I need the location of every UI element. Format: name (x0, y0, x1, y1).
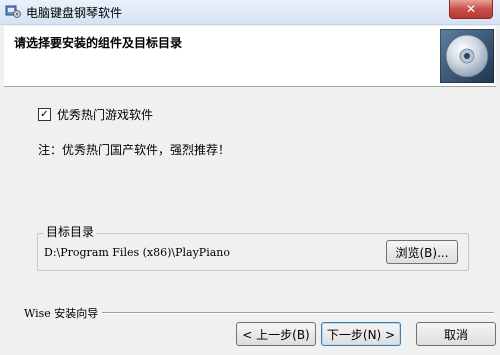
installer-app-icon (5, 5, 21, 18)
back-button[interactable]: < 上一步(B) (236, 322, 316, 346)
close-button[interactable]: ✕ (449, 0, 493, 19)
page-title: 请选择要安装的组件及目标目录 (14, 36, 183, 50)
target-directory-label: 目标目录 (44, 223, 97, 240)
component-option[interactable]: ✓ 优秀热门游戏软件 (38, 106, 153, 123)
window-title: 电脑键盘钢琴软件 (26, 6, 123, 20)
installer-window: 电脑键盘钢琴软件 ✕ 请选择要安装的组件及目标目录 ✓ 优秀热门游戏软件 注：优… (0, 0, 500, 355)
cd-disc-icon (440, 29, 494, 83)
component-label: 优秀热门游戏软件 (57, 108, 154, 122)
component-checkbox[interactable]: ✓ (38, 108, 51, 121)
browse-button[interactable]: 浏览(B)... (386, 240, 458, 264)
next-button[interactable]: 下一步(N) > (321, 322, 401, 346)
note-text: 注：优秀热门国产软件，强烈推荐！ (38, 143, 231, 157)
check-icon: ✓ (40, 108, 49, 120)
close-icon: ✕ (465, 2, 477, 16)
wizard-label: Wise 安装向导 (24, 305, 103, 321)
header-panel: 请选择要安装的组件及目标目录 (4, 26, 496, 87)
title-bar: 电脑键盘钢琴软件 ✕ (0, 0, 500, 25)
target-path: D:\Program Files (x86)\PlayPiano (44, 246, 230, 259)
cancel-button[interactable]: 取消 (416, 322, 496, 346)
